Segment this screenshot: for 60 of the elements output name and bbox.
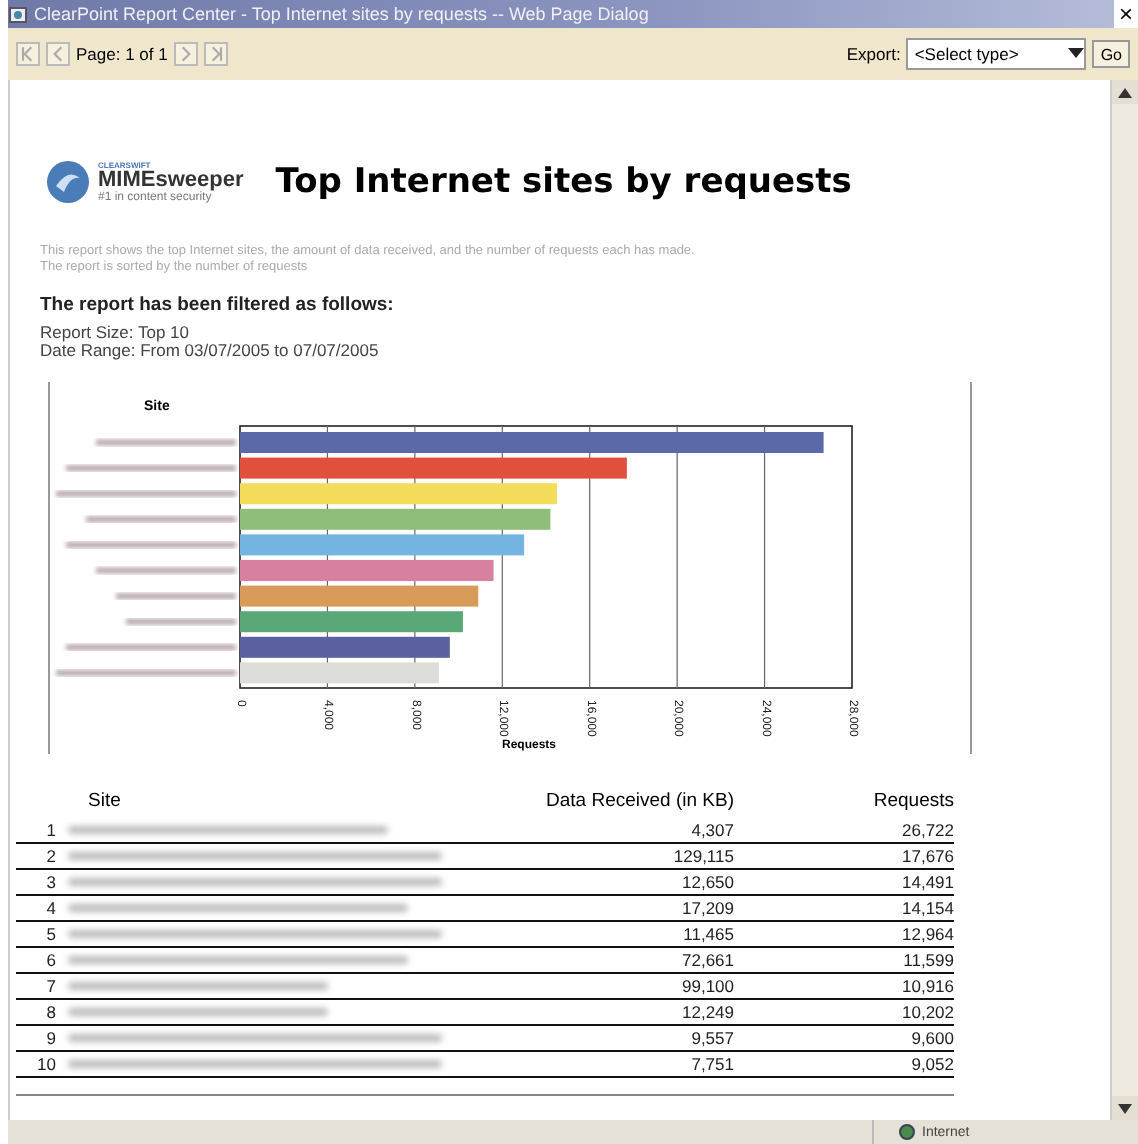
table-cell-text: 26,722	[900, 817, 954, 842]
table-cell-text: 11,599	[901, 947, 954, 972]
rank-cell-text: 7	[44, 973, 58, 998]
column-header: Requests	[871, 789, 954, 812]
rank-cell-text: 8	[44, 999, 58, 1024]
table-cell-text: 14,491	[900, 869, 954, 894]
column-header: Site	[86, 789, 123, 812]
table-cell-text: 12,249	[680, 999, 734, 1024]
rank-cell-text: 5	[44, 921, 58, 946]
table-cell-text: 17,676	[900, 843, 954, 868]
brand-name: MIMEsweeper	[98, 169, 244, 191]
table-cell-text: 14,154	[900, 895, 954, 920]
table-cell-text: 9,557	[689, 1025, 734, 1050]
rank-cell-text: 6	[44, 947, 58, 972]
prev-button[interactable]	[46, 42, 70, 66]
globe-icon	[898, 1124, 916, 1140]
table-cell-text: 72,661	[680, 947, 734, 972]
table-cell-text: 12,964	[900, 921, 954, 946]
rank-cell-text: 10	[35, 1051, 58, 1076]
table-cell-text: 11,465	[681, 921, 734, 946]
rank-cell-text: 9	[44, 1025, 58, 1050]
table-cell-text: 12,650	[680, 869, 734, 894]
column-header: Data Received (in KB)	[544, 789, 734, 812]
blurred-label	[96, 438, 236, 445]
window-icon	[8, 4, 28, 24]
filter-line: Date Range: From 03/07/2005 to 07/07/2005	[40, 342, 381, 362]
export-dropdown[interactable]: <Select type>	[906, 38, 1087, 70]
caret-icon	[1068, 48, 1085, 60]
first-arrow-icon	[18, 44, 38, 64]
last-button[interactable]	[203, 42, 228, 66]
go-button[interactable]: Go	[1092, 40, 1130, 68]
next-button[interactable]	[173, 42, 198, 66]
rank-cell-text: 3	[44, 869, 58, 894]
table-cell-text: 10,916	[900, 973, 954, 998]
blurred-label	[96, 566, 236, 573]
first-button[interactable]	[16, 42, 40, 66]
table-cell-text: 17,209	[680, 895, 734, 920]
table-cell-text: 4,307	[689, 817, 734, 842]
scrollbar[interactable]	[1110, 80, 1138, 1120]
rank-cell-text: 1	[44, 817, 58, 842]
filter-line: Report Size: Top 10	[40, 323, 191, 343]
table-cell-text: 99,100	[680, 973, 734, 998]
table-cell-text: 9,600	[909, 1025, 954, 1050]
down-arrow-icon	[1118, 1103, 1132, 1113]
filter-heading: The report has been filtered as follows:	[40, 293, 396, 316]
close-button[interactable]: ×	[1114, 2, 1138, 26]
export-label: Export:	[846, 44, 901, 64]
logo-icon	[46, 160, 90, 204]
blurred-label	[126, 617, 236, 624]
table-cell-text: 10,202	[900, 999, 954, 1024]
rank-cell-text: 2	[44, 843, 58, 868]
rank-cell-text: 4	[44, 895, 58, 920]
up-arrow-icon	[1118, 87, 1132, 97]
page-indicator: Page: 1 of 1	[76, 44, 168, 64]
window-title: ClearPoint Report Center - Top Internet sites by requests -- Web Page Dialog	[34, 2, 649, 28]
table-cell-text: 7,751	[689, 1051, 734, 1076]
table-cell-text: 9,052	[909, 1051, 954, 1076]
blurred-label	[116, 592, 236, 599]
table-cell-text: 129,115	[671, 843, 734, 868]
report-title: Top Internet sites by requests	[275, 162, 852, 202]
